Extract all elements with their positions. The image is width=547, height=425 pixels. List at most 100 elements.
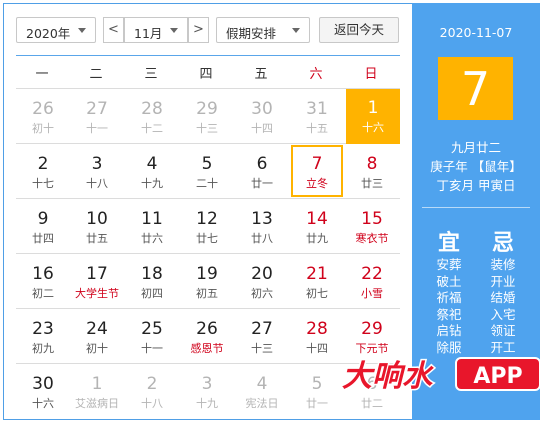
day-cell[interactable]: 13 廿八 <box>236 200 288 253</box>
day-cell[interactable]: 2 十八 <box>126 365 178 418</box>
day-number: 23 <box>32 319 54 339</box>
day-cell[interactable]: 24 初十 <box>71 310 123 363</box>
day-number: 10 <box>86 209 108 229</box>
day-cell[interactable]: 1 艾滋病日 <box>71 365 123 418</box>
day-cell[interactable]: 11 廿六 <box>126 200 178 253</box>
month-select[interactable]: 11月 <box>124 17 188 43</box>
yi-item: 破土 <box>436 273 462 289</box>
watermark-brand-text: 大响水 <box>342 359 434 394</box>
day-cell[interactable]: 17 大学生节 <box>71 255 123 308</box>
lunar-label: 初九 <box>32 342 54 355</box>
day-cell[interactable]: 27 十三 <box>236 310 288 363</box>
day-cell[interactable]: 28 十四 <box>291 310 343 363</box>
weekday-label: 三 <box>144 67 158 82</box>
day-cell[interactable]: 9 廿四 <box>17 200 69 253</box>
day-number: 3 <box>91 154 103 174</box>
row-divider <box>16 143 400 144</box>
year-select-value: 2020年 <box>26 26 71 41</box>
day-number: 26 <box>196 319 218 339</box>
prev-month-button[interactable]: < <box>103 17 124 43</box>
lunar-label: 十九 <box>196 397 218 410</box>
day-cell[interactable]: 29 十三 <box>181 90 233 143</box>
lunar-label: 廿七 <box>196 232 218 245</box>
day-number: 6 <box>256 154 268 174</box>
day-cell[interactable]: 31 十五 <box>291 90 343 143</box>
day-cell[interactable]: 30 十四 <box>236 90 288 143</box>
day-cell[interactable]: 26 感恩节 <box>181 310 233 363</box>
day-cell[interactable]: 10 廿五 <box>71 200 123 253</box>
lunar-label: 十八 <box>141 397 163 410</box>
day-cell[interactable]: 28 十二 <box>126 90 178 143</box>
back-to-today-button[interactable]: 返回今天 <box>319 17 399 43</box>
yi-title: 宜 <box>437 231 460 256</box>
lunar-label: 初十 <box>86 342 108 355</box>
lunar-label: 初二 <box>32 287 54 300</box>
lunar-label: 初四 <box>141 287 163 300</box>
day-cell[interactable]: 26 初十 <box>17 90 69 143</box>
row-divider <box>16 308 400 309</box>
watermark-app-text: APP <box>473 364 522 389</box>
day-cell[interactable]: 27 十一 <box>71 90 123 143</box>
lunar-label: 廿八 <box>251 232 273 245</box>
day-cell[interactable]: 30 十六 <box>17 365 69 418</box>
lunar-label: 十四 <box>306 342 328 355</box>
weekday-label: 日 <box>364 67 378 82</box>
day-cell[interactable]: 16 初二 <box>17 255 69 308</box>
day-number: 20 <box>251 264 273 284</box>
day-cell[interactable]: 23 初九 <box>17 310 69 363</box>
lunar-label: 廿五 <box>86 232 108 245</box>
day-number: 2 <box>146 374 158 394</box>
lunar-label: 廿三 <box>361 177 383 190</box>
day-number: 26 <box>32 99 54 119</box>
day-cell[interactable]: 21 初七 <box>291 255 343 308</box>
chevron-down-icon <box>78 28 86 33</box>
lunar-label: 廿一 <box>306 397 328 410</box>
day-cell[interactable]: 25 十一 <box>126 310 178 363</box>
day-cell[interactable]: 19 初五 <box>181 255 233 308</box>
day-cell[interactable]: 4 宪法日 <box>236 365 288 418</box>
ganzhi-day: 丁亥月 甲寅日 <box>436 178 516 193</box>
lunar-label: 寒衣节 <box>355 232 389 245</box>
ji-item: 领证 <box>490 323 516 338</box>
day-cell[interactable]: 6 廿一 <box>236 145 288 198</box>
row-divider <box>16 88 400 89</box>
lunar-label: 二十 <box>196 177 218 190</box>
weekday-label: 五 <box>254 67 268 82</box>
ji-item: 装修 <box>490 257 516 272</box>
day-number: 4 <box>256 374 268 394</box>
holiday-select[interactable]: 假期安排 <box>216 17 310 43</box>
day-cell[interactable]: 8 廿三 <box>346 145 398 198</box>
lunar-label: 廿九 <box>306 232 328 245</box>
day-number: 28 <box>306 319 328 339</box>
chevron-down-icon <box>292 28 300 33</box>
day-cell[interactable]: 3 十八 <box>71 145 123 198</box>
day-cell[interactable]: 7 立冬 <box>291 145 343 197</box>
lunar-label: 立冬 <box>306 177 328 190</box>
day-cell[interactable]: 14 廿九 <box>291 200 343 253</box>
day-cell[interactable]: 2 十七 <box>17 145 69 198</box>
day-cell[interactable]: 4 十九 <box>126 145 178 198</box>
day-cell[interactable]: 15 寒衣节 <box>346 200 398 253</box>
day-number: 30 <box>32 374 54 394</box>
day-cell[interactable]: 18 初四 <box>126 255 178 308</box>
year-select[interactable]: 2020年 <box>16 17 96 43</box>
day-number: 1 <box>367 98 379 118</box>
day-cell[interactable]: 1 十六 <box>346 89 400 144</box>
next-month-button[interactable]: > <box>188 17 209 43</box>
day-number: 7 <box>311 154 323 174</box>
day-number: 31 <box>306 99 328 119</box>
month-select-value: 11月 <box>134 26 163 41</box>
day-number: 22 <box>361 264 383 284</box>
lunar-label: 十五 <box>306 122 328 135</box>
day-cell[interactable]: 22 小雪 <box>346 255 398 308</box>
lunar-label: 十二 <box>141 122 163 135</box>
day-number: 18 <box>141 264 163 284</box>
day-number: 13 <box>251 209 273 229</box>
lunar-label: 初六 <box>251 287 273 300</box>
day-cell[interactable]: 20 初六 <box>236 255 288 308</box>
yi-item: 祈福 <box>436 290 462 305</box>
day-cell[interactable]: 5 二十 <box>181 145 233 198</box>
day-cell[interactable]: 5 廿一 <box>291 365 343 418</box>
day-cell[interactable]: 3 十九 <box>181 365 233 418</box>
day-cell[interactable]: 12 廿七 <box>181 200 233 253</box>
